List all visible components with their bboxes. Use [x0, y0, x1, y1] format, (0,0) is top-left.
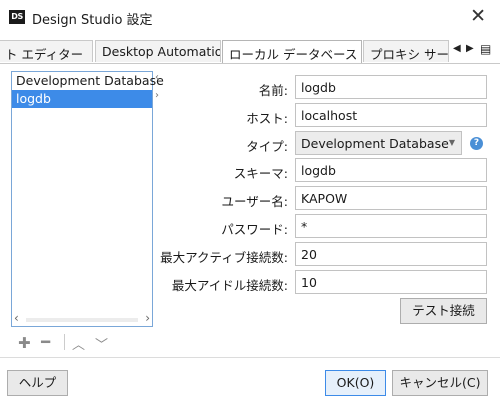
tab-local-database[interactable]: ローカル データベース [222, 40, 362, 64]
schema-input[interactable]: logdb [295, 158, 487, 182]
username-input[interactable]: KAPOW [295, 186, 487, 210]
host-label: ホスト: [246, 111, 288, 126]
tab-menu-icon[interactable]: ▤ [480, 42, 491, 56]
list-item[interactable]: Development Database [12, 72, 164, 90]
max-idle-input[interactable]: 10 [295, 270, 487, 294]
close-icon[interactable]: ✕ [470, 5, 486, 27]
name-input[interactable]: logdb [295, 75, 487, 99]
scroll-left-icon[interactable]: ‹ [14, 311, 19, 325]
chevron-down-icon: ▼ [448, 138, 455, 147]
host-input[interactable]: localhost [295, 103, 487, 127]
tab-scroll-right-icon[interactable]: ▶ [466, 43, 474, 54]
ok-button[interactable]: OK(O) [325, 370, 386, 396]
list-item-selected[interactable]: logdb [12, 90, 152, 108]
tab-scroll-left-icon[interactable]: ◀ [453, 43, 461, 54]
horizontal-scrollbar[interactable]: ‹ › [12, 311, 152, 326]
database-list[interactable]: Development Database logdb ‹ › [11, 71, 164, 327]
max-idle-label: 最大アイドル接続数: [171, 278, 288, 293]
type-select-value: Development Database [301, 136, 449, 151]
max-active-input[interactable]: 20 [295, 242, 487, 266]
tab-divider [0, 63, 500, 64]
name-label: 名前: [258, 83, 288, 98]
title-bar: DS Design Studio 設定 ✕ [0, 0, 500, 34]
help-icon[interactable]: ? [470, 137, 483, 150]
footer-divider [0, 357, 500, 358]
window-title: Design Studio 設定 [32, 13, 153, 28]
type-label: タイプ: [246, 139, 288, 154]
scrollbar-track[interactable] [26, 318, 138, 322]
tab-editor[interactable]: ト エディター [0, 40, 93, 62]
max-active-label: 最大アクティブ接続数: [160, 250, 288, 265]
move-up-icon[interactable]: ︿ [72, 334, 85, 353]
divider [64, 334, 65, 350]
add-icon[interactable]: ✚ [18, 334, 31, 352]
app-logo-icon: DS [9, 10, 25, 24]
password-input[interactable]: * [295, 214, 487, 238]
help-button[interactable]: ヘルプ [7, 370, 68, 396]
cancel-button[interactable]: キャンセル(C) [392, 370, 488, 396]
tab-bar: ト エディター Desktop Automation ローカル データベース プ… [0, 40, 500, 64]
move-down-icon[interactable]: ﹀ [95, 334, 108, 353]
password-label: パスワード: [221, 222, 288, 237]
tab-proxy-server[interactable]: プロキシ サー [363, 40, 449, 62]
username-label: ユーザー名: [221, 194, 288, 209]
test-connection-button[interactable]: テスト接続 [400, 298, 487, 324]
remove-icon[interactable]: ━ [41, 333, 50, 351]
collapse-right-icon[interactable]: › [155, 90, 159, 101]
type-select[interactable]: Development Database ▼ [295, 131, 462, 155]
collapse-left-icon[interactable]: ‹ [155, 72, 159, 83]
schema-label: スキーマ: [233, 166, 288, 181]
scroll-right-icon[interactable]: › [145, 311, 150, 325]
tab-desktop-automation[interactable]: Desktop Automation [95, 40, 221, 62]
